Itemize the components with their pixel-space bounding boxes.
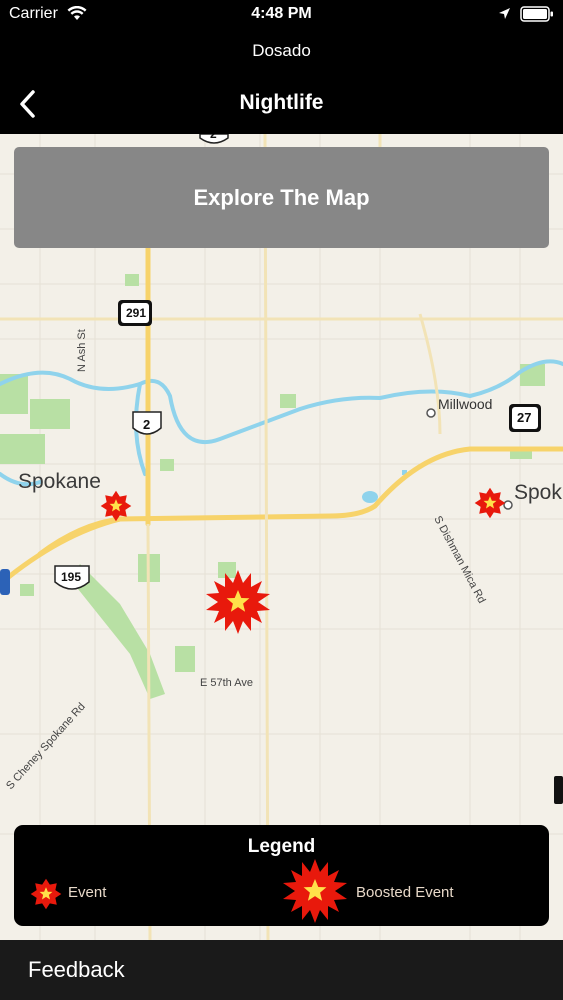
city-label-spokane-valley: Spok bbox=[514, 481, 562, 504]
route-27-shield: 27 bbox=[517, 410, 532, 425]
app-name: Dosado bbox=[252, 41, 311, 60]
boosted-event-marker[interactable] bbox=[205, 569, 271, 635]
feedback-button[interactable]: Feedback bbox=[28, 957, 125, 983]
map-background bbox=[0, 134, 563, 940]
event-marker[interactable] bbox=[99, 489, 133, 523]
status-bar: Carrier 4:48 PM bbox=[0, 0, 563, 30]
city-label-spokane: Spokane bbox=[18, 470, 101, 493]
battery-icon bbox=[520, 6, 553, 22]
route-2-shield: 2 bbox=[143, 417, 151, 432]
legend-boosted-label: Boosted Event bbox=[356, 884, 454, 901]
clock: 4:48 PM bbox=[251, 5, 312, 22]
road-label-e-57th-ave: E 57th Ave bbox=[200, 677, 254, 689]
boosted-event-marker-icon bbox=[283, 859, 347, 923]
route-195-shield: 195 bbox=[61, 570, 82, 584]
event-marker[interactable] bbox=[473, 486, 507, 520]
route-291-shield: 291 bbox=[126, 306, 147, 320]
legend-event-label: Event bbox=[68, 884, 107, 901]
legend-panel: Legend Event Boosted Event bbox=[14, 825, 549, 926]
event-marker-icon bbox=[30, 878, 62, 910]
place-label-millwood: Millwood bbox=[438, 396, 493, 412]
explore-map-button[interactable]: Explore The Map bbox=[14, 147, 549, 248]
page-title: Nightlife bbox=[239, 91, 324, 114]
location-arrow-icon bbox=[499, 8, 510, 19]
road-label-n-ash-st: N Ash St bbox=[76, 329, 88, 372]
map-view[interactable]: 291 2 2 195 27 Spokane Spok Millwood N A… bbox=[0, 134, 563, 940]
legend-title: Legend bbox=[247, 836, 316, 857]
route-2-shield-top: 2 bbox=[210, 134, 217, 141]
footer-bar: Feedback bbox=[0, 940, 563, 1000]
